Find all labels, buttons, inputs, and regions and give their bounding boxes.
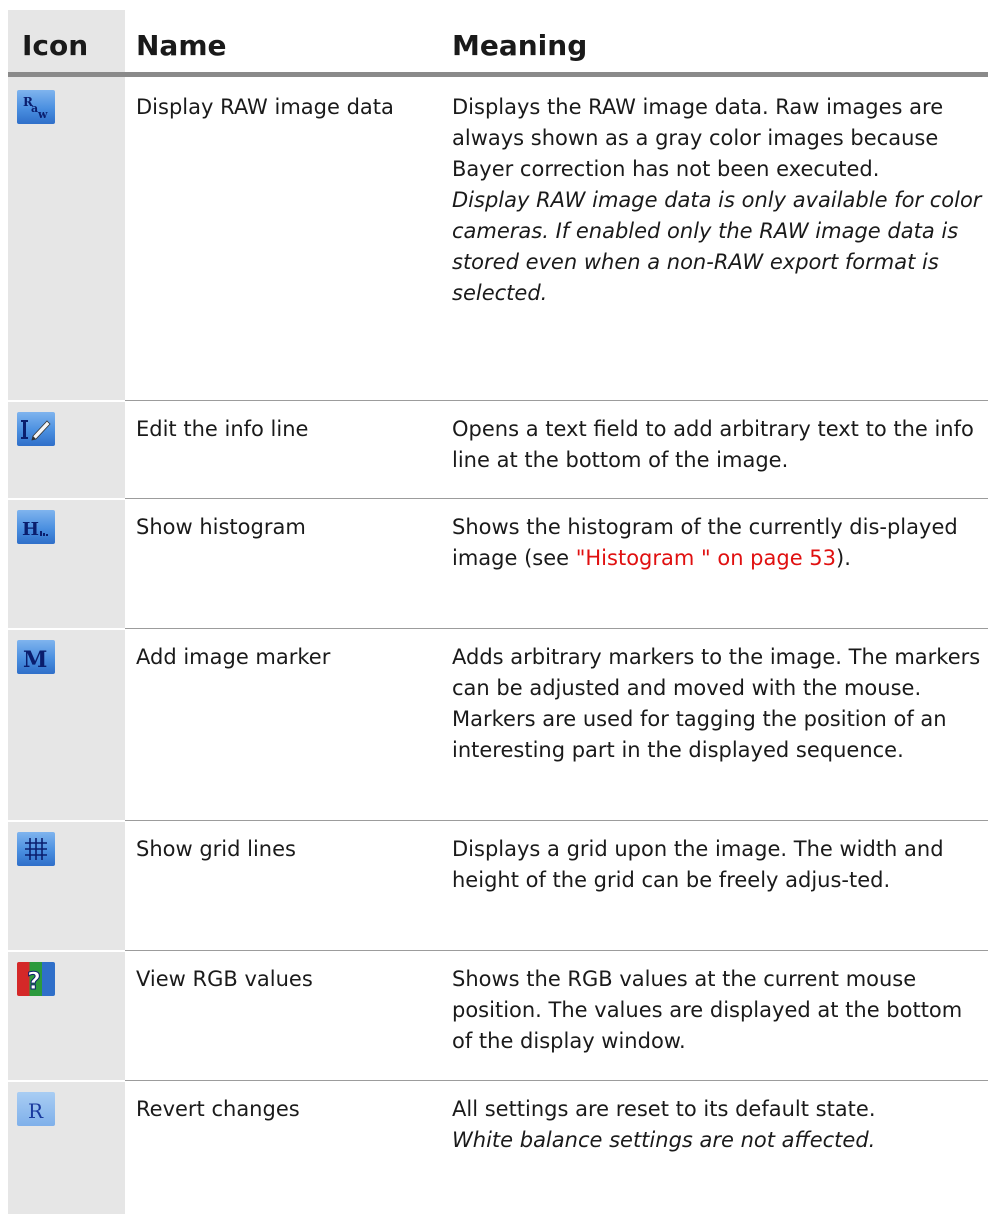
svg-text:M: M <box>23 647 47 673</box>
svg-text:?: ? <box>27 967 41 995</box>
row-meaning-marker: Adds arbitrary markers to the image. The… <box>452 645 981 762</box>
row-divider <box>125 950 988 951</box>
row-meaning-raw-text: Displays the RAW image data. Raw images … <box>452 95 944 181</box>
icon-row-divider <box>8 628 125 630</box>
header-icon: Icon <box>22 29 89 62</box>
row-meaning-histogram: Shows the histogram of the currently dis… <box>452 512 982 574</box>
row-note-revert: White balance settings are not affected. <box>452 1128 876 1152</box>
svg-text:w: w <box>37 108 48 121</box>
header-divider <box>8 72 988 77</box>
icon-row-divider <box>8 820 125 822</box>
row-name-revert: Revert changes <box>136 1097 300 1121</box>
icon-table: Icon Name Meaning R a w Display RAW imag… <box>0 0 998 1214</box>
icon-column-background <box>8 10 125 1214</box>
row-name-histogram: Show histogram <box>136 515 306 539</box>
row-name-grid: Show grid lines <box>136 837 296 861</box>
header-meaning: Meaning <box>452 29 588 62</box>
rgb-values-icon: ? <box>17 962 55 996</box>
svg-text:H: H <box>22 519 39 540</box>
row-meaning-histogram-post: ). <box>836 546 851 570</box>
histogram-icon: H <box>17 510 55 544</box>
row-name-raw: Display RAW image data <box>136 95 394 119</box>
grid-lines-icon <box>17 832 55 866</box>
icon-row-divider <box>8 400 125 402</box>
row-divider <box>125 400 988 401</box>
revert-icon: R <box>17 1092 55 1126</box>
row-meaning-revert-text: All settings are reset to its default st… <box>452 1097 876 1121</box>
icon-row-divider <box>8 498 125 500</box>
edit-info-line-icon <box>17 412 55 446</box>
table-header: Icon Name Meaning <box>0 0 998 74</box>
row-meaning-rgb: Shows the RGB values at the current mous… <box>452 967 963 1053</box>
row-divider <box>125 498 988 499</box>
row-meaning-grid: Displays a grid upon the image. The widt… <box>452 837 944 892</box>
histogram-page-link[interactable]: "Histogram " on page 53 <box>576 546 836 570</box>
row-meaning-raw: Displays the RAW image data. Raw images … <box>452 92 982 309</box>
row-meaning-revert: All settings are reset to its default st… <box>452 1094 982 1156</box>
header-name: Name <box>136 29 227 62</box>
row-name-marker: Add image marker <box>136 645 331 669</box>
row-divider <box>125 820 988 821</box>
raw-image-icon: R a w <box>17 90 55 124</box>
row-name-info-line: Edit the info line <box>136 417 309 441</box>
image-marker-icon: M <box>17 640 55 674</box>
row-divider <box>125 1080 988 1081</box>
row-note-raw: Display RAW image data is only available… <box>452 188 982 305</box>
row-divider <box>125 628 988 629</box>
icon-row-divider <box>8 1080 125 1082</box>
icon-row-divider <box>8 950 125 952</box>
row-meaning-info-line: Opens a text field to add arbitrary text… <box>452 417 974 472</box>
row-name-rgb: View RGB values <box>136 967 313 991</box>
svg-text:R: R <box>28 1099 44 1123</box>
